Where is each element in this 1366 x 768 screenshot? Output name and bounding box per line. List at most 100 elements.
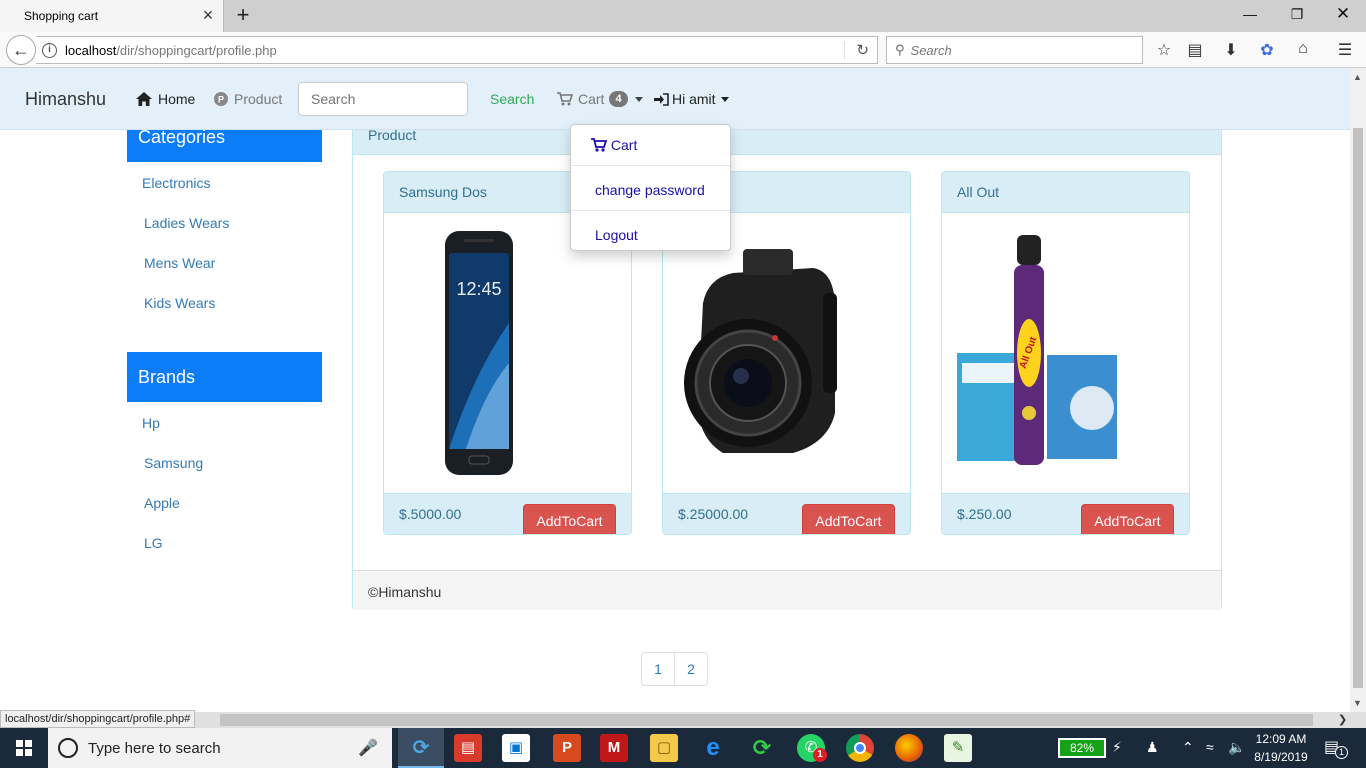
back-button[interactable]: ← [6, 35, 36, 65]
vertical-scrollbar[interactable]: ▲ ▼ [1350, 68, 1366, 712]
tab-title: Shopping cart [24, 9, 99, 23]
browser-toolbar: ← i localhost/dir/shoppingcart/profile.p… [0, 32, 1366, 68]
task-view-app-icon[interactable]: ⟳ [407, 734, 435, 762]
home-icon [136, 92, 152, 106]
add-to-cart-button[interactable]: AddToCart [802, 504, 895, 534]
menu-item-change-password[interactable]: change password [571, 170, 730, 214]
site-brand[interactable]: Himanshu [25, 89, 106, 110]
bookmark-star-icon[interactable]: ☆ [1153, 40, 1175, 60]
browser-search-bar[interactable]: ⚲ Search [886, 36, 1143, 64]
sign-in-icon [654, 92, 669, 106]
clock-time[interactable]: 12:09 AM [1250, 732, 1312, 746]
product-price: $.250.00 [957, 506, 1012, 522]
reading-list-icon[interactable]: ▤ [1184, 40, 1206, 60]
url-bar[interactable]: i localhost/dir/shoppingcart/profile.php… [36, 36, 878, 64]
firefox-icon[interactable] [895, 734, 923, 762]
minimize-window-icon[interactable]: — [1240, 6, 1260, 22]
add-to-cart-button[interactable]: AddToCart [523, 504, 616, 534]
browser-tab-shopping-cart[interactable]: Shopping cart × [0, 0, 224, 32]
brand-lg[interactable]: LG [144, 535, 163, 551]
scrollbar-thumb[interactable] [1353, 128, 1363, 688]
menu-divider [571, 165, 730, 166]
brand-samsung[interactable]: Samsung [144, 455, 203, 471]
wifi-icon[interactable]: ≈ [1206, 739, 1214, 755]
nav-product-label: Product [234, 91, 283, 107]
close-tab-icon[interactable]: × [200, 6, 216, 24]
product-footer: $.25000.00 AddToCart [663, 493, 910, 534]
scroll-up-icon[interactable]: ▲ [1353, 72, 1362, 82]
cortana-icon [58, 738, 78, 758]
category-ladies-wears[interactable]: Ladies Wears [144, 215, 229, 231]
page-link-1[interactable]: 1 [641, 652, 675, 686]
status-url-tooltip: localhost/dir/shoppingcart/profile.php# [0, 710, 196, 728]
product-search-input[interactable] [298, 82, 468, 116]
scroll-right-icon[interactable]: ❯ [1338, 713, 1347, 726]
taskbar-search-box[interactable]: Type here to search 🎤 [48, 728, 392, 768]
close-window-icon[interactable]: ✕ [1333, 4, 1353, 24]
edge-browser-icon[interactable]: e [699, 734, 727, 762]
restore-window-icon[interactable]: ❐ [1287, 6, 1307, 23]
search-button[interactable]: Search [490, 91, 534, 107]
presentation-app-icon[interactable]: P [553, 734, 581, 762]
microphone-icon[interactable]: 🎤 [358, 738, 378, 758]
browser-tab-strip: Shopping cart × + — ❐ ✕ [0, 0, 1366, 32]
cart-icon [591, 138, 608, 152]
menu-item-logout[interactable]: Logout [571, 215, 730, 259]
site-info-icon[interactable]: i [42, 42, 57, 58]
svg-text:P: P [218, 95, 224, 105]
product-price: $.5000.00 [399, 506, 462, 522]
menu-item-cart-label: Cart [610, 137, 638, 153]
nav-user-dropdown[interactable]: Hi amit [654, 91, 729, 107]
chrome-icon[interactable] [846, 734, 874, 762]
category-electronics[interactable]: Electronics [142, 175, 210, 191]
page-link-2[interactable]: 2 [674, 652, 708, 686]
horizontal-scrollbar[interactable]: ❯ [0, 712, 1366, 728]
chevron-down-icon [634, 96, 643, 102]
power-plug-icon[interactable]: ⚡ [1112, 739, 1122, 756]
clock-date[interactable]: 8/19/2019 [1250, 750, 1312, 764]
sync-app-icon[interactable]: ⟳ [748, 734, 776, 762]
product-image-all-out[interactable]: All Out [942, 213, 1189, 493]
volume-icon[interactable]: 🔈 [1228, 739, 1245, 756]
category-kids-wears[interactable]: Kids Wears [144, 295, 215, 311]
nav-home-label: Home [158, 91, 196, 107]
notepad-icon[interactable]: ✎ [944, 734, 972, 762]
brand-hp[interactable]: Hp [142, 415, 160, 431]
mcafee-icon[interactable]: M [600, 734, 628, 762]
brand-apple[interactable]: Apple [144, 495, 180, 511]
people-icon[interactable]: ♟ [1146, 739, 1159, 756]
new-tab-button[interactable]: + [232, 4, 254, 26]
windows-logo-icon [16, 740, 32, 756]
menu-item-cart[interactable]: Cart [571, 125, 730, 169]
scroll-down-icon[interactable]: ▼ [1353, 698, 1362, 708]
menu-hamburger-icon[interactable]: ☰ [1334, 40, 1356, 60]
reload-icon[interactable]: ↻ [856, 41, 869, 59]
start-button[interactable] [0, 728, 48, 768]
store-icon[interactable]: ▣ [502, 734, 530, 762]
battery-indicator[interactable]: 82% [1058, 738, 1106, 758]
extension-icon[interactable]: ✿ [1256, 40, 1278, 60]
product-footer: $.250.00 AddToCart [942, 493, 1189, 534]
windows-taskbar: Type here to search 🎤 ⟳ ▤ ▣ P M ▢ e ⟳ ✆ … [0, 728, 1366, 768]
home-icon[interactable]: ⌂ [1292, 40, 1314, 58]
product-footer: $.5000.00 AddToCart [384, 493, 631, 534]
chevron-up-icon[interactable]: ⌃ [1182, 739, 1194, 756]
search-icon: ⚲ [895, 42, 905, 57]
nav-cart-dropdown[interactable]: Cart 4 [557, 91, 643, 107]
browser-search-placeholder: Search [910, 42, 952, 58]
add-to-cart-button[interactable]: AddToCart [1081, 504, 1174, 534]
whatsapp-icon[interactable]: ✆ 1 [797, 734, 827, 762]
nav-home-link[interactable]: Home [136, 91, 195, 107]
whatsapp-badge: 1 [813, 748, 827, 762]
action-center-icon[interactable]: ▤ 1 [1324, 737, 1348, 759]
hscrollbar-thumb[interactable] [220, 714, 1313, 726]
category-mens-wear[interactable]: Mens Wear [144, 255, 215, 271]
reader-app-icon[interactable]: ▤ [454, 734, 482, 762]
downloads-icon[interactable]: ⬇ [1220, 40, 1242, 60]
url-separator [844, 41, 845, 59]
file-explorer-icon[interactable]: ▢ [650, 734, 678, 762]
nav-product-link[interactable]: P Product [214, 91, 282, 107]
product-price: $.25000.00 [678, 506, 749, 522]
product-card: All Out All Out $.250.00 AddToCart [941, 171, 1190, 535]
user-dropdown-menu: Cart change password Logout [570, 124, 731, 251]
